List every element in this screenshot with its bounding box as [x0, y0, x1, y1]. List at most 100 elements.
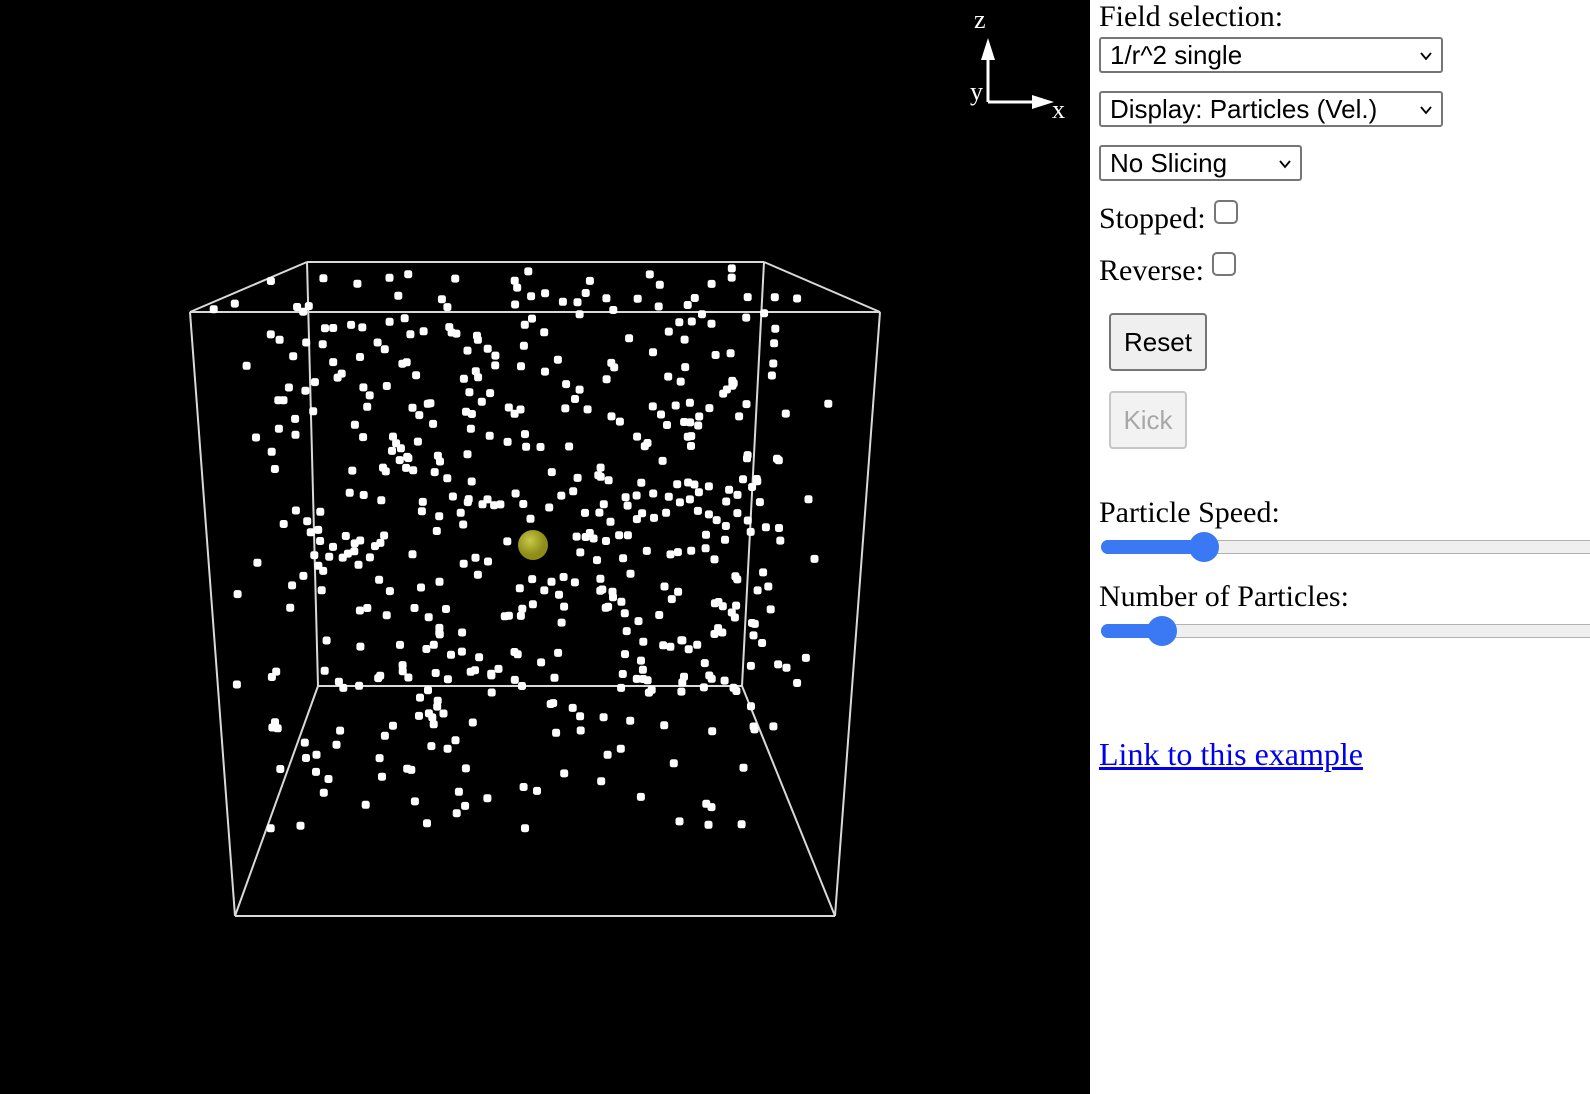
particle [747, 702, 755, 711]
particle [604, 602, 613, 611]
slider-thumb[interactable] [1147, 616, 1178, 646]
particle [593, 556, 601, 565]
particle [546, 700, 555, 708]
slicing-select[interactable]: No Slicing [1099, 145, 1302, 181]
particle [638, 665, 647, 674]
particle [693, 640, 702, 649]
particle [336, 726, 345, 735]
particle [404, 454, 413, 463]
particle [429, 720, 438, 729]
particle [622, 627, 631, 636]
reverse-checkbox[interactable] [1211, 252, 1236, 276]
particle [568, 703, 577, 712]
particle [769, 359, 778, 368]
particle [726, 349, 735, 358]
particle [510, 409, 519, 418]
particle [382, 611, 391, 620]
particle [599, 500, 608, 509]
particle [596, 463, 605, 472]
particle [474, 373, 483, 382]
particle [685, 495, 694, 504]
particle [451, 736, 460, 745]
particle [702, 530, 710, 539]
field-viewport[interactable]: z y x [0, 0, 1090, 1094]
particle [463, 450, 472, 459]
particle [660, 721, 669, 730]
particle [416, 693, 424, 702]
particle [727, 264, 736, 273]
particle [413, 437, 422, 446]
particle [473, 331, 481, 340]
3d-scene[interactable]: z y x [0, 0, 1090, 1094]
particle [288, 581, 297, 590]
particle [793, 294, 802, 303]
particle [377, 496, 386, 505]
axis-y-label: y [970, 77, 983, 106]
reverse-row: Reverse: [1099, 252, 1236, 288]
particle [296, 821, 305, 830]
particle [625, 334, 634, 343]
particle [517, 362, 525, 371]
particle-speed-slider[interactable] [1099, 532, 1590, 562]
particle [824, 399, 833, 408]
particle [748, 619, 756, 627]
particle [684, 478, 693, 487]
particle [775, 524, 783, 532]
particle [332, 740, 341, 749]
particle [737, 820, 746, 829]
particle [636, 792, 645, 801]
field-select[interactable]: 1/r^2 single [1099, 37, 1443, 73]
particle [609, 306, 618, 314]
particle [408, 403, 417, 412]
particle [429, 640, 438, 649]
particle [781, 409, 790, 418]
particle-speed-label: Particle Speed: [1099, 496, 1280, 529]
particle [623, 501, 632, 510]
particle [707, 319, 716, 328]
particle [316, 537, 325, 545]
charge-sphere [518, 530, 548, 560]
particle [769, 722, 778, 731]
point-charge [518, 530, 548, 560]
particle [526, 514, 535, 523]
particle [345, 488, 354, 497]
particle [742, 313, 751, 322]
particle [233, 590, 242, 599]
particle [721, 522, 730, 530]
example-link[interactable]: Link to this example [1099, 736, 1363, 773]
particle [655, 280, 664, 289]
particle [728, 376, 737, 385]
particle [459, 374, 468, 383]
particle [618, 670, 627, 678]
particle [710, 599, 719, 608]
particle [559, 573, 568, 581]
particle [626, 569, 635, 578]
display-select[interactable]: Display: Particles (Vel.) [1099, 91, 1443, 127]
particle [608, 587, 617, 596]
particle [759, 568, 768, 577]
particle [395, 456, 404, 465]
number-of-particles-slider[interactable] [1099, 616, 1590, 646]
particle [707, 803, 716, 812]
kick-button[interactable]: Kick [1109, 391, 1187, 449]
particle [404, 270, 413, 279]
particle [637, 478, 646, 487]
particle [677, 636, 686, 645]
particle [606, 517, 615, 526]
particle [491, 351, 500, 360]
particle [732, 601, 741, 610]
particle [560, 602, 569, 611]
particle [363, 402, 372, 411]
particle [699, 683, 708, 692]
particle [319, 274, 328, 283]
particle [565, 442, 574, 451]
particle [430, 468, 439, 477]
particle [312, 750, 321, 759]
reset-button[interactable]: Reset [1109, 313, 1207, 371]
slider-thumb[interactable] [1188, 532, 1219, 562]
particle [680, 418, 689, 426]
stopped-checkbox[interactable] [1213, 200, 1238, 224]
particle [662, 508, 671, 517]
particle [663, 421, 671, 429]
particle [325, 552, 334, 561]
